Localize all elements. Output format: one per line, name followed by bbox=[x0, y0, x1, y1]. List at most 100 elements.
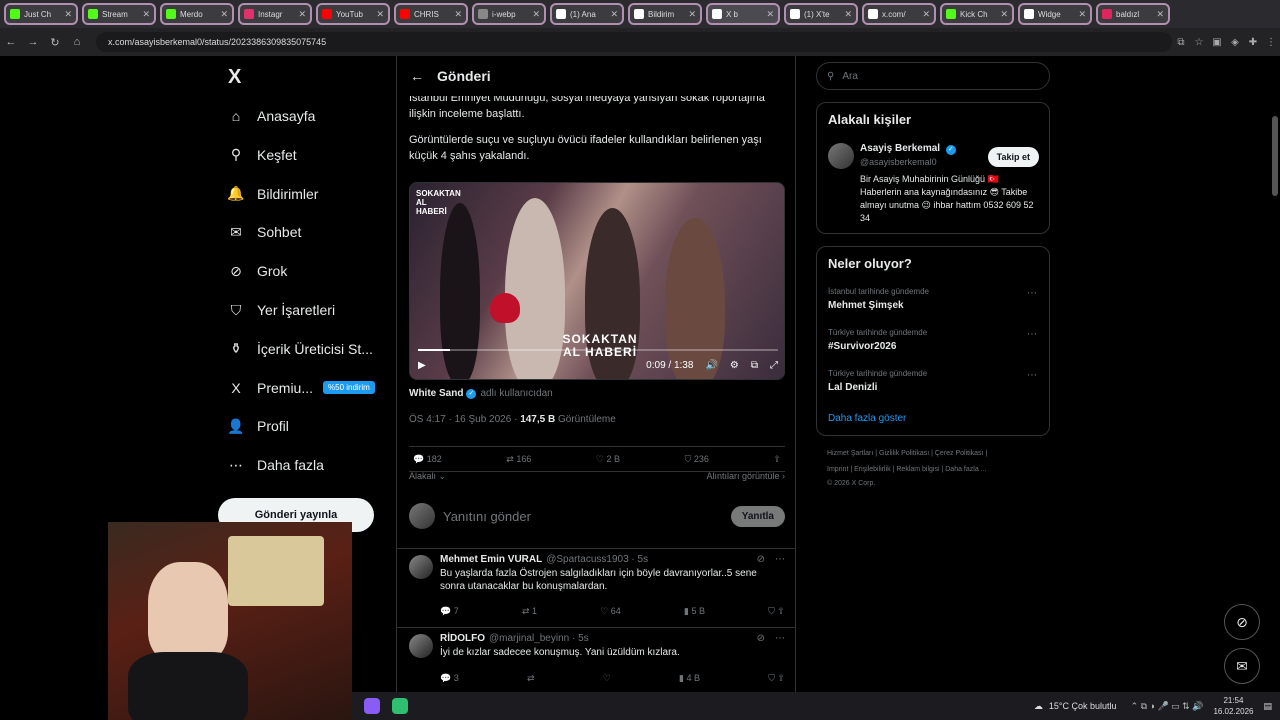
home-icon[interactable]: ⌂ bbox=[66, 36, 88, 48]
sidebar-item-creator[interactable]: ⚱ İçerik Üreticisi St... bbox=[226, 333, 373, 365]
forward-icon[interactable]: → bbox=[22, 36, 44, 48]
clock[interactable]: 21:54 16.02.2026 bbox=[1213, 695, 1253, 717]
close-icon[interactable]: ✕ bbox=[766, 9, 774, 20]
sidebar-item-x-premium[interactable]: X Premiu... %50 indirim bbox=[226, 372, 375, 404]
messages-fab-icon[interactable]: ✉ bbox=[1224, 648, 1260, 684]
video-player[interactable]: SOKAKTAN AL HABERİ SOKAKTAN AL HABERİ ▶ … bbox=[409, 182, 785, 380]
like-action[interactable]: ♡ 2 B bbox=[596, 454, 620, 465]
grok-icon[interactable]: ⊘ bbox=[757, 633, 765, 644]
bookmark-action[interactable]: ⛉ 236 bbox=[685, 454, 709, 465]
sidebar-item-bell[interactable]: 🔔 Bildirimler bbox=[226, 178, 318, 210]
repost-action[interactable]: ⇄ 166 bbox=[506, 454, 531, 465]
notification-icon[interactable]: ▤ bbox=[1263, 701, 1272, 712]
close-icon[interactable]: ✕ bbox=[532, 9, 540, 20]
quotes-link[interactable]: Alıntıları görüntüle › bbox=[706, 471, 785, 482]
browser-tab[interactable]: Just Ch ✕ bbox=[4, 3, 78, 25]
fullscreen-icon[interactable]: ⤢ bbox=[770, 360, 778, 371]
close-icon[interactable]: ✕ bbox=[298, 9, 306, 20]
puzzle-icon[interactable]: ✚ bbox=[1244, 37, 1262, 48]
system-tray-icons[interactable]: ⌃ ⧉ ◑ 🎤 ▭ ⇅ 🔊 bbox=[1131, 701, 1204, 712]
browser-tab[interactable]: (1) X'te ✕ bbox=[784, 3, 858, 25]
play-icon[interactable]: ▶ bbox=[418, 360, 426, 371]
browser-tab[interactable]: Instagr ✕ bbox=[238, 3, 312, 25]
reply-item[interactable]: Mehmet Emin VURAL @Spartacuss1903 · 5s ⊘… bbox=[397, 548, 795, 626]
follow-button[interactable]: Takip et bbox=[987, 147, 1039, 167]
close-icon[interactable]: ✕ bbox=[64, 9, 72, 20]
back-icon[interactable]: ← bbox=[0, 36, 22, 48]
repost-action[interactable]: ⇄ bbox=[527, 673, 535, 684]
more-icon[interactable]: ⋯ bbox=[1027, 288, 1037, 299]
sidebar-item-bookmark[interactable]: ⛉ Yer İşaretleri bbox=[226, 294, 335, 326]
views-action[interactable]: ▮ 4 B bbox=[679, 673, 700, 684]
reply-button[interactable]: Yanıtla bbox=[730, 505, 785, 527]
show-more-link[interactable]: Daha fazla göster bbox=[828, 413, 906, 424]
sidebar-item-person[interactable]: 👤 Profil bbox=[226, 410, 289, 442]
pip-icon[interactable]: ⧉ bbox=[751, 360, 758, 371]
close-icon[interactable]: ✕ bbox=[220, 9, 228, 20]
close-icon[interactable]: ✕ bbox=[610, 9, 618, 20]
settings-icon[interactable]: ⚙ bbox=[730, 360, 739, 371]
volume-icon[interactable]: 🔊 bbox=[705, 360, 717, 371]
person-name[interactable]: Asayiş Berkemal ✓ bbox=[860, 143, 956, 155]
more-icon[interactable]: ⋯ bbox=[1027, 329, 1037, 340]
x-logo-icon[interactable]: X bbox=[228, 66, 241, 89]
scrollbar[interactable] bbox=[1272, 116, 1278, 196]
avatar[interactable] bbox=[409, 555, 433, 579]
search-input[interactable]: ⚲ Ara bbox=[816, 62, 1050, 90]
reply-action[interactable]: 💬 7 bbox=[440, 606, 459, 617]
close-icon[interactable]: ✕ bbox=[1156, 9, 1164, 20]
cast-icon[interactable]: ⧉ bbox=[1172, 37, 1190, 48]
app-icon[interactable] bbox=[364, 698, 380, 714]
browser-tab[interactable]: Merdo ✕ bbox=[160, 3, 234, 25]
bookmark-icon[interactable]: ⛉ ⇪ bbox=[768, 673, 785, 684]
app-icon[interactable] bbox=[392, 698, 408, 714]
grok-icon[interactable]: ⊘ bbox=[757, 554, 765, 565]
more-icon[interactable]: ⋯ bbox=[775, 554, 785, 565]
close-icon[interactable]: ✕ bbox=[142, 9, 150, 20]
close-icon[interactable]: ✕ bbox=[1000, 9, 1008, 20]
sidebar-item-home[interactable]: ⌂ Anasayfa bbox=[226, 100, 316, 132]
browser-tab[interactable]: CHRIS ✕ bbox=[394, 3, 468, 25]
share-icon[interactable]: ⇪ bbox=[773, 454, 781, 465]
trend-item[interactable]: Lal Denizli bbox=[828, 382, 877, 393]
more-icon[interactable]: ⋯ bbox=[1027, 370, 1037, 381]
grok-fab-icon[interactable]: ⊘ bbox=[1224, 604, 1260, 640]
back-arrow-icon[interactable]: ← bbox=[397, 68, 437, 84]
sidebar-item-mail[interactable]: ✉ Sohbet bbox=[226, 216, 301, 248]
close-icon[interactable]: ✕ bbox=[1078, 9, 1086, 20]
close-icon[interactable]: ✕ bbox=[454, 9, 462, 20]
menu-icon[interactable]: ⋮ bbox=[1262, 37, 1280, 48]
reply-action[interactable]: 💬 182 bbox=[413, 454, 442, 465]
browser-tab[interactable]: Bildirim ✕ bbox=[628, 3, 702, 25]
reply-author[interactable]: Mehmet Emin VURAL bbox=[440, 554, 542, 565]
browser-tab[interactable]: Widge ✕ bbox=[1018, 3, 1092, 25]
relevancy-dropdown[interactable]: Alakalı ⌄ bbox=[409, 471, 446, 482]
credit-name[interactable]: White Sand bbox=[409, 388, 463, 399]
browser-tab[interactable]: YouTub ✕ bbox=[316, 3, 390, 25]
sidebar-item-search[interactable]: ⚲ Keşfet bbox=[226, 139, 297, 171]
browser-tab[interactable]: (1) Ana ✕ bbox=[550, 3, 624, 25]
shield-icon[interactable]: ◈ bbox=[1226, 37, 1244, 48]
views-action[interactable]: ▮ 5 B bbox=[684, 606, 705, 617]
weather-widget[interactable]: ☁ 15°C Çok bulutlu bbox=[1034, 701, 1117, 712]
bookmark-icon[interactable]: ⛉ ⇪ bbox=[768, 606, 785, 617]
like-action[interactable]: ♡ 64 bbox=[600, 606, 621, 617]
browser-tab[interactable]: Kick Ch ✕ bbox=[940, 3, 1014, 25]
repost-action[interactable]: ⇄ 1 bbox=[522, 606, 537, 617]
browser-tab[interactable]: X b ✕ bbox=[706, 3, 780, 25]
browser-tab[interactable]: i-webp ✕ bbox=[472, 3, 546, 25]
like-action[interactable]: ♡ bbox=[603, 673, 611, 684]
trend-item[interactable]: Mehmet Şimşek bbox=[828, 300, 904, 311]
extension-icon[interactable]: ▣ bbox=[1208, 37, 1226, 48]
url-field[interactable]: x.com/asayisberkemal0/status/20233863098… bbox=[96, 32, 1172, 52]
sidebar-item-grok[interactable]: ⊘ Grok bbox=[226, 255, 287, 287]
post-timestamp[interactable]: ÖS 4:17 · 16 Şub 2026 · bbox=[409, 414, 517, 425]
reply-author[interactable]: RİDOLFO bbox=[440, 633, 485, 644]
browser-tab[interactable]: x.com/ ✕ bbox=[862, 3, 936, 25]
more-icon[interactable]: ⋯ bbox=[775, 633, 785, 644]
sidebar-item-more[interactable]: ⋯ Daha fazla bbox=[226, 449, 324, 481]
avatar[interactable] bbox=[828, 143, 854, 169]
reply-action[interactable]: 💬 3 bbox=[440, 673, 459, 684]
close-icon[interactable]: ✕ bbox=[376, 9, 384, 20]
reload-icon[interactable]: ↻ bbox=[44, 36, 66, 49]
